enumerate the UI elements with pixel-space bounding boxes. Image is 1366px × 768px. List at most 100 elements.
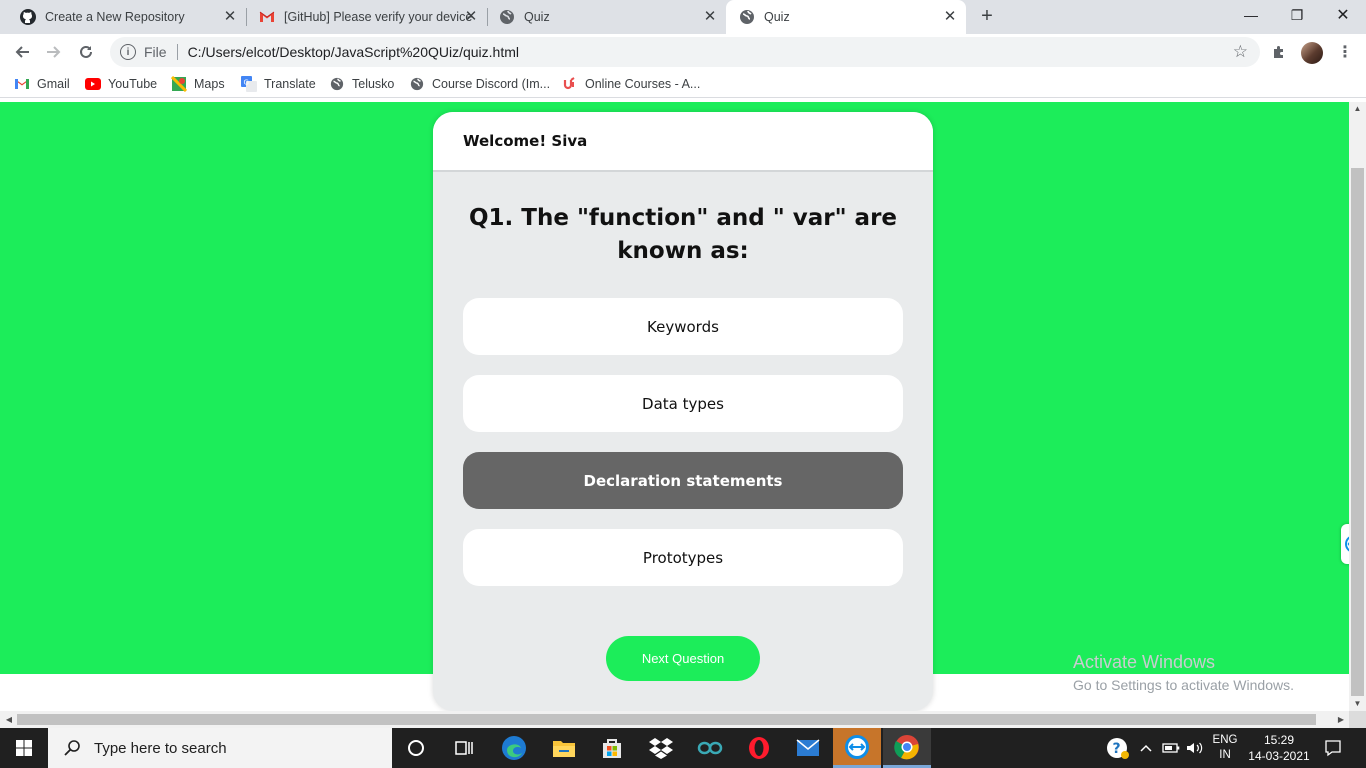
option-data-types[interactable]: Data types (463, 375, 903, 432)
back-button[interactable] (8, 38, 36, 66)
restore-button[interactable]: ❐ (1274, 0, 1320, 30)
udemy-icon (562, 76, 578, 92)
bookmark-label: Translate (264, 77, 316, 91)
close-tab-icon[interactable]: ✕ (222, 9, 238, 25)
search-placeholder: Type here to search (94, 739, 227, 757)
quiz-card: Welcome! Siva Q1. The "function" and " v… (433, 112, 933, 711)
battery-icon[interactable] (1160, 728, 1182, 768)
scroll-down-icon[interactable]: ▼ (1349, 697, 1366, 711)
task-view-icon[interactable] (440, 728, 488, 768)
gmail-icon (259, 9, 275, 25)
globe-icon (499, 9, 515, 25)
teamviewer-taskbar-icon[interactable] (833, 728, 881, 768)
browser-menu-icon[interactable]: ⋮ (1337, 42, 1353, 64)
new-tab-button[interactable]: + (976, 6, 998, 28)
bookmark-course-discord[interactable]: Course Discord (Im... (409, 75, 550, 93)
close-tab-icon[interactable]: ✕ (702, 9, 718, 25)
translate-icon: G (241, 76, 257, 92)
address-divider (176, 44, 178, 60)
option-keywords[interactable]: Keywords (463, 298, 903, 355)
url-text[interactable]: C:/Users/elcot/Desktop/JavaScript%20QUiz… (188, 44, 519, 60)
horizontal-scroll-thumb[interactable] (17, 714, 1316, 725)
bookmarks-bar: Gmail YouTube Maps G Translate Telusko C… (0, 70, 1366, 98)
bookmark-youtube[interactable]: YouTube (85, 75, 157, 93)
browser-toolbar: i File C:/Users/elcot/Desktop/JavaScript… (0, 34, 1366, 70)
input-language[interactable]: ENG IN (1208, 728, 1242, 768)
edge-icon[interactable] (490, 728, 538, 768)
scrollbar-corner (1349, 711, 1366, 728)
option-prototypes[interactable]: Prototypes (463, 529, 903, 586)
forward-arrow-icon (47, 46, 61, 58)
reload-icon (80, 45, 92, 58)
bookmark-maps[interactable]: Maps (171, 75, 225, 93)
globe-icon (409, 76, 425, 92)
volume-icon[interactable] (1184, 728, 1206, 768)
bookmark-gmail[interactable]: Gmail (14, 75, 70, 93)
option-declaration-statements[interactable]: Declaration statements (463, 452, 903, 509)
bookmark-telusko[interactable]: Telusko (329, 75, 394, 93)
extensions-icon[interactable] (1269, 42, 1289, 62)
bookmark-translate[interactable]: G Translate (241, 75, 316, 93)
start-button[interactable] (0, 728, 48, 768)
page-viewport: Welcome! Siva Q1. The "function" and " v… (0, 102, 1349, 711)
info-icon[interactable]: i (120, 44, 136, 60)
bookmark-star-icon[interactable]: ☆ (1233, 42, 1248, 62)
opera-icon[interactable] (735, 728, 783, 768)
taskbar-search[interactable]: Type here to search (48, 728, 392, 768)
bookmark-label: Telusko (352, 77, 395, 91)
tab-github-verify[interactable]: [GitHub] Please verify your device ✕ (247, 0, 487, 34)
notifications-icon[interactable] (1318, 728, 1348, 768)
close-tab-icon[interactable]: ✕ (463, 9, 479, 25)
clock[interactable]: 15:29 14-03-2021 (1244, 728, 1314, 768)
microsoft-store-icon[interactable] (588, 728, 636, 768)
activate-windows-subtitle: Go to Settings to activate Windows. (1073, 677, 1294, 693)
globe-icon (329, 76, 345, 92)
arduino-icon[interactable] (686, 728, 734, 768)
file-explorer-icon[interactable] (540, 728, 588, 768)
windows-logo-icon (16, 740, 32, 756)
help-icon[interactable]: ? (1104, 728, 1132, 768)
dropbox-icon[interactable] (637, 728, 685, 768)
close-window-button[interactable]: ✕ (1320, 0, 1366, 30)
windows-taskbar: Type here to search ? ENG IN 15:29 14-03… (0, 728, 1366, 768)
horizontal-scrollbar[interactable]: ◀ ▶ (0, 711, 1349, 728)
address-bar[interactable]: i File C:/Users/elcot/Desktop/JavaScript… (110, 37, 1260, 67)
reload-button[interactable] (72, 38, 100, 66)
scroll-left-icon[interactable]: ◀ (2, 711, 16, 728)
vertical-scrollbar[interactable]: ▲ ▼ (1349, 102, 1366, 711)
tab-title: [GitHub] Please verify your device (284, 10, 473, 24)
mail-icon[interactable] (784, 728, 832, 768)
scroll-right-icon[interactable]: ▶ (1334, 711, 1348, 728)
language-code: ENG (1212, 734, 1238, 746)
scroll-up-icon[interactable]: ▲ (1349, 102, 1366, 116)
github-icon (20, 9, 36, 25)
tab-title: Quiz (524, 10, 550, 24)
tab-create-repository[interactable]: Create a New Repository ✕ (0, 0, 246, 34)
vertical-scroll-thumb[interactable] (1351, 168, 1364, 696)
bookmark-label: Online Courses - A... (585, 77, 701, 91)
clock-time: 15:29 (1263, 733, 1295, 747)
tab-quiz[interactable]: Quiz ✕ (488, 0, 726, 34)
question-text: Q1. The "function" and " var" are known … (468, 205, 898, 264)
bookmark-online-courses[interactable]: Online Courses - A... (562, 75, 700, 93)
welcome-text: Welcome! Siva (463, 132, 588, 150)
bookmark-label: Gmail (37, 77, 70, 91)
bookmark-label: YouTube (108, 77, 158, 91)
svg-text:?: ? (1113, 741, 1121, 757)
profile-avatar[interactable] (1301, 42, 1323, 64)
forward-button[interactable] (40, 38, 68, 66)
search-icon (62, 738, 82, 758)
tab-quiz-active[interactable]: Quiz ✕ (726, 0, 966, 34)
minimize-button[interactable]: — (1228, 0, 1274, 30)
cortana-icon[interactable] (392, 728, 440, 768)
next-question-button[interactable]: Next Question (606, 636, 760, 681)
youtube-icon (85, 76, 101, 92)
scheme-label: File (144, 44, 167, 60)
close-tab-icon[interactable]: ✕ (942, 9, 958, 25)
back-arrow-icon (15, 46, 29, 58)
region-code: IN (1219, 749, 1231, 761)
chrome-taskbar-icon[interactable] (883, 728, 931, 768)
globe-icon (739, 9, 755, 25)
show-hidden-icons-icon[interactable] (1138, 728, 1154, 768)
quiz-card-header: Welcome! Siva (433, 112, 933, 172)
